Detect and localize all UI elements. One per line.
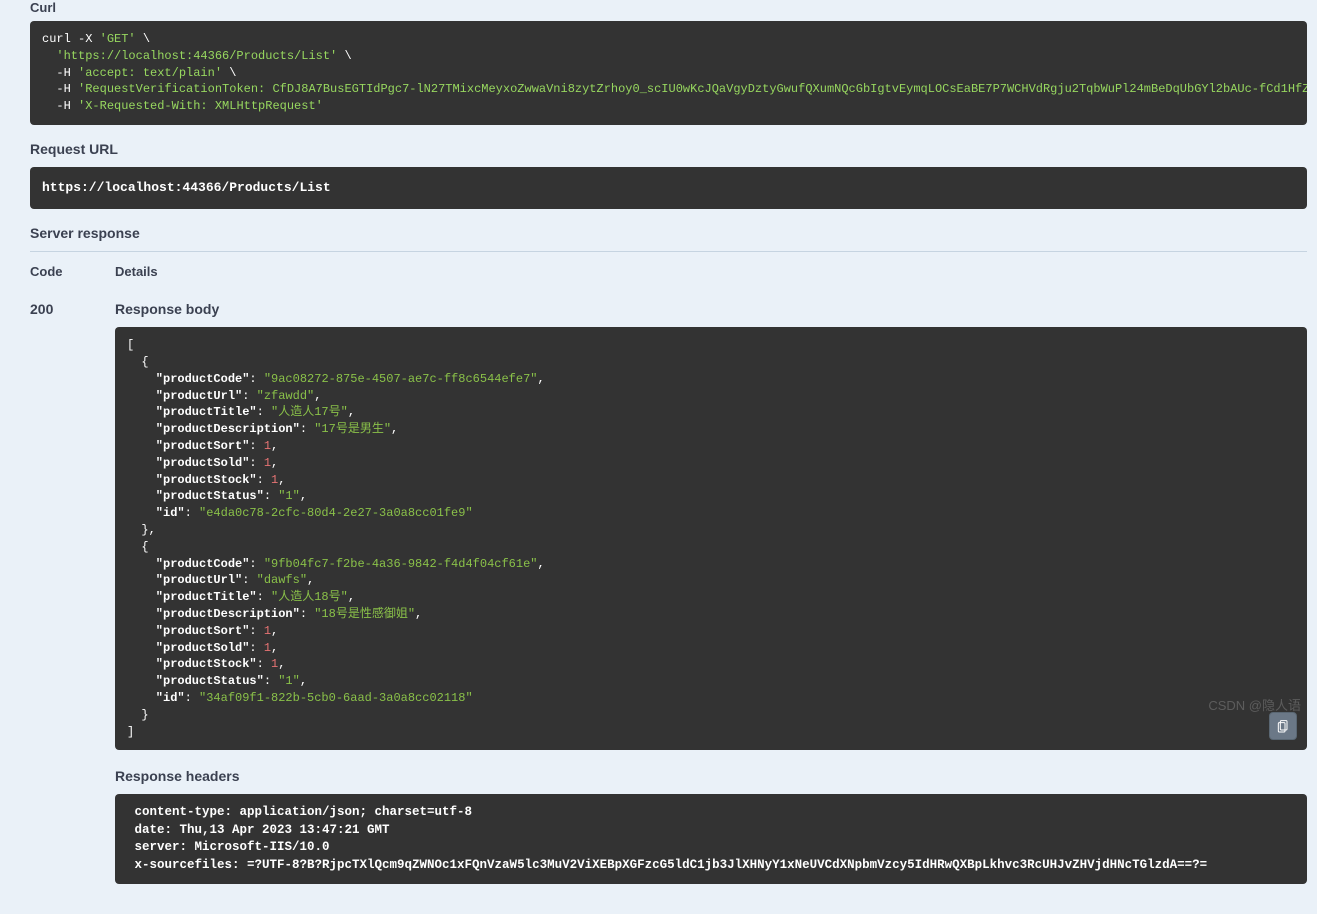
response-headers-block: content-type: application/json; charset=…: [115, 794, 1307, 884]
clipboard-icon: [1275, 718, 1291, 734]
response-body-block: [ { "productCode": "9ac08272-875e-4507-a…: [115, 327, 1307, 750]
col-code-header: Code: [30, 252, 115, 291]
col-details-header: Details: [115, 252, 1307, 291]
response-body-label: Response body: [115, 301, 1307, 317]
response-headers-label: Response headers: [115, 768, 1307, 784]
curl-label: Curl: [30, 0, 1307, 15]
copy-button[interactable]: [1269, 712, 1297, 740]
curl-command-block: curl -X 'GET' \ 'https://localhost:44366…: [30, 21, 1307, 125]
status-code: 200: [30, 291, 115, 884]
request-url-block: https://localhost:44366/Products/List: [30, 167, 1307, 209]
request-url-label: Request URL: [30, 141, 1307, 157]
server-response-label: Server response: [30, 225, 1307, 241]
response-table: Code Details 200 Response body [ { "prod…: [30, 251, 1307, 884]
